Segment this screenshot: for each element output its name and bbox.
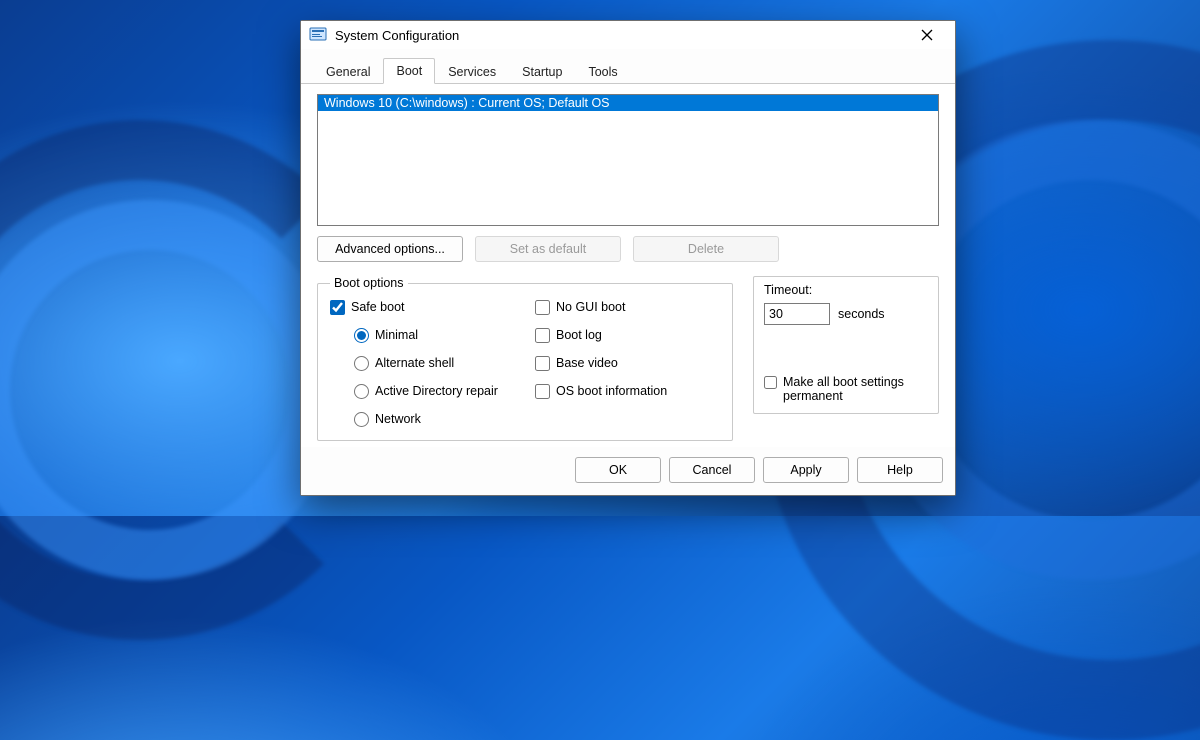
os-buttons-row: Advanced options... Set as default Delet… bbox=[317, 236, 939, 262]
base-video-row[interactable]: Base video bbox=[535, 352, 720, 374]
base-video-label: Base video bbox=[556, 356, 618, 370]
msconfig-icon bbox=[309, 26, 327, 44]
safe-boot-altshell-label: Alternate shell bbox=[375, 356, 454, 370]
make-permanent-label: Make all boot settings permanent bbox=[783, 375, 928, 403]
safe-boot-minimal-radio[interactable] bbox=[354, 328, 369, 343]
safe-boot-network-radio[interactable] bbox=[354, 412, 369, 427]
delete-button[interactable]: Delete bbox=[633, 236, 779, 262]
system-configuration-dialog: System Configuration General Boot Servic… bbox=[300, 20, 956, 496]
set-as-default-button[interactable]: Set as default bbox=[475, 236, 621, 262]
os-boot-info-checkbox[interactable] bbox=[535, 384, 550, 399]
os-boot-info-row[interactable]: OS boot information bbox=[535, 380, 720, 402]
timeout-unit: seconds bbox=[838, 307, 885, 321]
safe-boot-label: Safe boot bbox=[351, 300, 405, 314]
safe-boot-altshell-row[interactable]: Alternate shell bbox=[330, 352, 515, 374]
os-list-entry[interactable]: Windows 10 (C:\windows) : Current OS; De… bbox=[318, 95, 938, 111]
boot-options-group: Boot options Safe boot Minimal bbox=[317, 276, 733, 441]
safe-boot-minimal-label: Minimal bbox=[375, 328, 418, 342]
dialog-buttons: OK Cancel Apply Help bbox=[301, 447, 955, 495]
apply-button[interactable]: Apply bbox=[763, 457, 849, 483]
os-list[interactable]: Windows 10 (C:\windows) : Current OS; De… bbox=[317, 94, 939, 226]
make-permanent-row[interactable]: Make all boot settings permanent bbox=[764, 375, 928, 403]
safe-boot-network-row[interactable]: Network bbox=[330, 408, 515, 430]
advanced-options-button[interactable]: Advanced options... bbox=[317, 236, 463, 262]
tab-tools[interactable]: Tools bbox=[575, 59, 630, 84]
tabstrip: General Boot Services Startup Tools bbox=[301, 49, 955, 84]
window-title: System Configuration bbox=[335, 28, 459, 43]
boot-log-label: Boot log bbox=[556, 328, 602, 342]
os-boot-info-label: OS boot information bbox=[556, 384, 667, 398]
timeout-input[interactable] bbox=[764, 303, 830, 325]
cancel-button[interactable]: Cancel bbox=[669, 457, 755, 483]
no-gui-boot-label: No GUI boot bbox=[556, 300, 625, 314]
titlebar: System Configuration bbox=[301, 21, 955, 49]
safe-boot-checkbox[interactable] bbox=[330, 300, 345, 315]
safe-boot-adrepair-row[interactable]: Active Directory repair bbox=[330, 380, 515, 402]
ok-button[interactable]: OK bbox=[575, 457, 661, 483]
boot-log-row[interactable]: Boot log bbox=[535, 324, 720, 346]
help-button[interactable]: Help bbox=[857, 457, 943, 483]
tab-startup[interactable]: Startup bbox=[509, 59, 575, 84]
safe-boot-minimal-row[interactable]: Minimal bbox=[330, 324, 515, 346]
tab-boot[interactable]: Boot bbox=[383, 58, 435, 84]
boot-options-legend: Boot options bbox=[330, 276, 408, 290]
boot-log-checkbox[interactable] bbox=[535, 328, 550, 343]
safe-boot-altshell-radio[interactable] bbox=[354, 356, 369, 371]
options-row: Boot options Safe boot Minimal bbox=[317, 276, 939, 441]
tab-general[interactable]: General bbox=[313, 59, 383, 84]
no-gui-boot-row[interactable]: No GUI boot bbox=[535, 296, 720, 318]
safe-boot-network-label: Network bbox=[375, 412, 421, 426]
safe-boot-checkbox-row[interactable]: Safe boot bbox=[330, 296, 515, 318]
timeout-label: Timeout: bbox=[764, 283, 928, 297]
close-icon bbox=[921, 29, 933, 41]
make-permanent-checkbox[interactable] bbox=[764, 375, 777, 390]
safe-boot-adrepair-label: Active Directory repair bbox=[375, 384, 498, 398]
base-video-checkbox[interactable] bbox=[535, 356, 550, 371]
timeout-group: Timeout: seconds Make all boot settings … bbox=[753, 276, 939, 414]
tab-services[interactable]: Services bbox=[435, 59, 509, 84]
safe-boot-adrepair-radio[interactable] bbox=[354, 384, 369, 399]
close-button[interactable] bbox=[907, 21, 947, 49]
no-gui-boot-checkbox[interactable] bbox=[535, 300, 550, 315]
boot-tabpage: Windows 10 (C:\windows) : Current OS; De… bbox=[301, 84, 955, 447]
